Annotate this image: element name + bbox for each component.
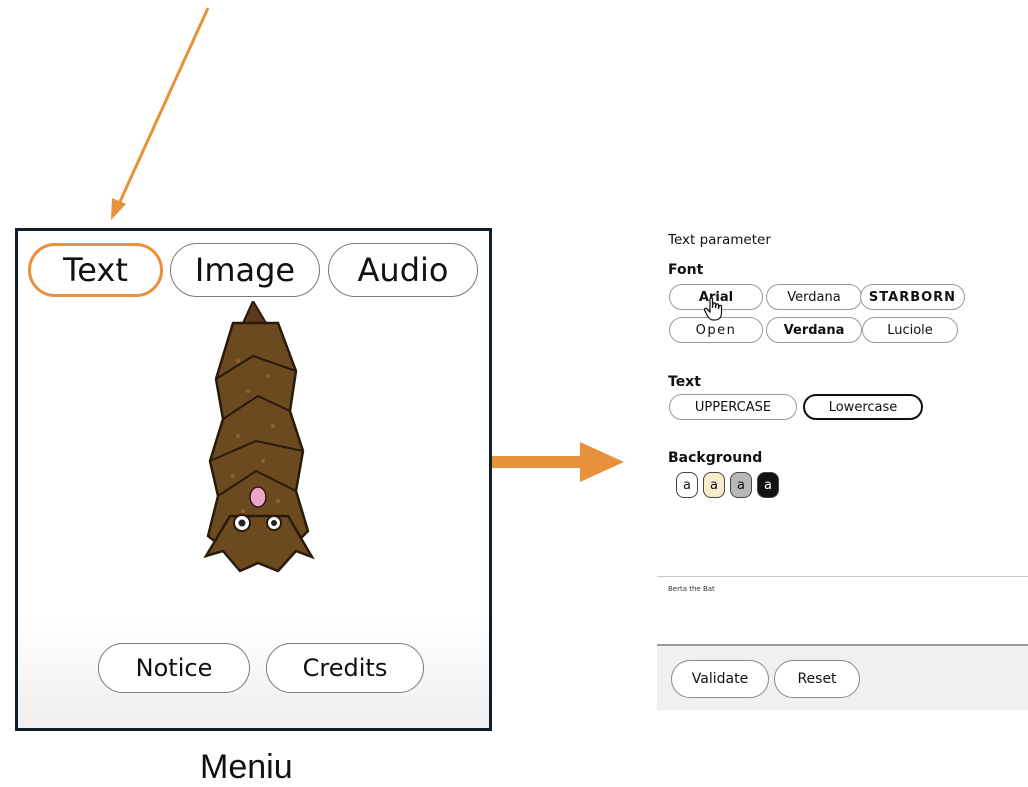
menu-panel: Text Image Audio Notice Credits [15, 228, 492, 731]
tab-audio[interactable]: Audio [328, 243, 478, 297]
bat-illustration [203, 301, 315, 573]
text-case-section-label: Text [668, 374, 701, 390]
hand-cursor-icon [703, 297, 723, 321]
arrow-to-text-tab [116, 7, 210, 207]
uppercase-option[interactable]: UPPERCASE [669, 394, 797, 420]
reset-button[interactable]: Reset [774, 660, 860, 698]
background-cream-swatch[interactable]: a [703, 472, 725, 498]
arrow-to-settings-head [580, 442, 624, 482]
font-option-starborn[interactable]: STARBORN [860, 284, 965, 310]
font-option-verdana-bold[interactable]: Verdana [766, 317, 862, 343]
settings-footer: Validate Reset [657, 646, 1028, 710]
background-section-label: Background [668, 450, 763, 466]
lowercase-option[interactable]: Lowercase [803, 394, 923, 420]
font-option-verdana[interactable]: Verdana [766, 284, 862, 310]
notice-button[interactable]: Notice [98, 643, 250, 693]
background-white-swatch[interactable]: a [676, 472, 698, 498]
panel-title: Text parameter [668, 232, 771, 248]
credits-button[interactable]: Credits [266, 643, 424, 693]
tab-text[interactable]: Text [28, 243, 163, 297]
preview-text: Berta the Bat [668, 585, 715, 593]
validate-button[interactable]: Validate [671, 660, 769, 698]
text-preview-area: Berta the Bat [657, 576, 1028, 646]
background-grey-swatch[interactable]: a [730, 472, 752, 498]
menu-caption: Meniu [200, 748, 293, 786]
text-settings-panel: Text parameter Font Arial Verdana STARBO… [657, 222, 1028, 710]
arrow-head-text-tab [111, 198, 126, 220]
tab-image[interactable]: Image [170, 243, 320, 297]
background-black-swatch[interactable]: a [757, 472, 779, 498]
font-option-luciole[interactable]: Luciole [862, 317, 958, 343]
font-section-label: Font [668, 262, 704, 278]
